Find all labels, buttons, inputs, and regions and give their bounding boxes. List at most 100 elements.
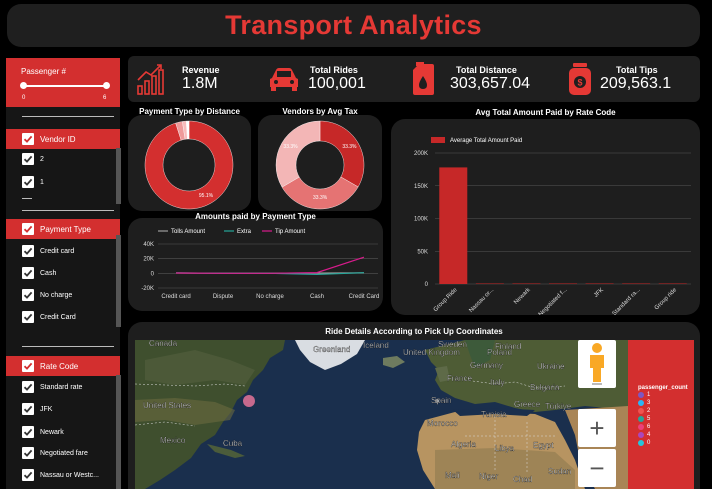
checkbox-checked-icon[interactable] — [22, 289, 34, 301]
line-chart-panel: Amounts paid by Payment Type 40K 20K 0 -20K… — [128, 212, 383, 311]
x-tick-label: No charge — [256, 294, 284, 300]
legend-dot — [638, 432, 644, 438]
vendor-donut-chart[interactable]: 33.3% 33.3% 33.3% — [258, 115, 382, 211]
donut-slice[interactable] — [281, 176, 359, 210]
map-label: Türkiye — [545, 402, 572, 411]
checkbox-checked-icon[interactable] — [22, 360, 34, 372]
legend-item: 2 — [638, 407, 694, 415]
donut-slice[interactable] — [275, 120, 321, 188]
money-jar-icon: $ — [569, 63, 591, 95]
payment-scrollbar[interactable] — [116, 235, 121, 327]
legend-dot — [638, 424, 644, 430]
y-tick-label: 150K — [414, 184, 428, 190]
x-tick-label: Standard ra... — [612, 287, 642, 315]
legend-dot — [638, 400, 644, 406]
rate-filter-header[interactable]: Rate Code — [6, 356, 120, 376]
payment-option[interactable]: Cash — [22, 266, 56, 280]
vendor-filter-header[interactable]: Vendor ID — [6, 129, 120, 149]
kpi-total-tips: $ Total Tips 209,563.1 — [568, 56, 671, 102]
checkbox-checked-icon[interactable] — [22, 223, 34, 235]
bar[interactable] — [585, 283, 614, 285]
bar[interactable] — [475, 283, 504, 285]
checkbox-checked-icon[interactable] — [22, 267, 34, 279]
payment-donut-chart[interactable]: 95.1% — [128, 115, 251, 211]
passenger-slider-min-handle[interactable] — [20, 82, 27, 89]
legend-item: 0 — [638, 439, 694, 447]
payment-option[interactable]: Credit Card — [22, 310, 76, 324]
legend-item: 1 — [638, 391, 694, 399]
divider — [22, 210, 114, 211]
legend-label: 1 — [647, 392, 651, 398]
passenger-slicer[interactable]: Passenger # 0 6 — [6, 58, 120, 107]
payment-option[interactable]: No charge — [22, 288, 72, 302]
bar[interactable] — [512, 283, 541, 285]
vendor-scrollbar[interactable] — [116, 148, 121, 204]
passenger-slider-track[interactable] — [22, 85, 107, 87]
payment-option[interactable]: Credit card — [22, 244, 74, 258]
map-label: Cuba — [223, 439, 243, 448]
checkbox-checked-icon[interactable] — [22, 469, 34, 481]
world-map[interactable]: Canada Greenland Iceland Sweden Finland … — [135, 340, 628, 489]
legend-label: Average Total Amount Paid — [450, 138, 522, 144]
series-line[interactable] — [175, 256, 365, 274]
x-tick-label: Group Ride — [433, 287, 459, 313]
kpi-value: 100,001 — [308, 75, 366, 92]
zoom-in-button[interactable]: + — [578, 409, 616, 447]
vendor-option-2[interactable]: 2 — [22, 152, 44, 166]
payment-filter-header[interactable]: Payment Type — [6, 219, 120, 239]
y-tick-label: -20K — [141, 286, 154, 292]
map-label: Libya — [495, 444, 515, 453]
passenger-slider-max-handle[interactable] — [103, 82, 110, 89]
checkbox-checked-icon[interactable] — [22, 426, 34, 438]
checkbox-checked-icon[interactable] — [22, 311, 34, 323]
legend-dot — [638, 416, 644, 422]
x-tick-label: Cash — [310, 294, 324, 300]
legend-dot — [638, 408, 644, 414]
kpi-value: 1.8M — [182, 75, 218, 92]
street-view-control[interactable] — [578, 340, 616, 388]
checkbox-checked-icon[interactable] — [22, 153, 34, 165]
legend-item: 5 — [638, 415, 694, 423]
y-tick-label: 0 — [425, 282, 429, 288]
bar[interactable] — [622, 283, 651, 285]
chart-title: Ride Details According to Pick Up Coordi… — [325, 327, 503, 336]
legend-label: Tip Amount — [275, 229, 305, 235]
slice-label: 95.1% — [199, 193, 214, 199]
checkbox-checked-icon[interactable] — [22, 245, 34, 257]
rate-code-bar-chart[interactable]: 200K 150K 100K 50K 0 Average Total Amount Pai… — [391, 119, 700, 315]
rate-option-label: Standard rate — [40, 383, 83, 391]
pegman-icon[interactable] — [578, 340, 616, 388]
vendor-option-1[interactable]: 1 — [22, 175, 44, 189]
divider — [22, 116, 114, 117]
checkbox-checked-icon[interactable] — [22, 381, 34, 393]
legend-label: 2 — [647, 408, 651, 414]
bar[interactable] — [658, 283, 687, 285]
pickup-point[interactable] — [243, 395, 255, 407]
map-label: Chad — [513, 475, 532, 484]
kpi-label: Revenue — [182, 65, 220, 75]
zoom-out-button[interactable]: − — [578, 449, 616, 487]
payment-donut-panel: Payment Type by Distance 95.1% — [128, 107, 251, 211]
rate-option[interactable]: Standard rate — [22, 380, 82, 394]
vendor-filter-label: Vendor ID — [40, 134, 76, 144]
donut-slice[interactable] — [319, 120, 365, 188]
checkbox-checked-icon[interactable] — [22, 176, 34, 188]
kpi-label: Total Tips — [616, 65, 658, 75]
checkbox-checked-icon[interactable] — [22, 447, 34, 459]
rate-option[interactable]: JFK — [22, 402, 52, 416]
filter-sidebar: Passenger # 0 6 Vendor ID 2 1 Payment Ty… — [6, 58, 120, 489]
rate-option-label: Newark — [40, 428, 64, 436]
rate-option[interactable]: Newark — [22, 425, 64, 439]
map-label: Spain — [431, 396, 451, 405]
map-label: United States — [143, 401, 191, 410]
rate-option[interactable]: Nassau or Westc... — [22, 468, 99, 482]
amounts-line-chart[interactable]: 40K 20K 0 -20K Credit card Dispute No charge Ca… — [128, 218, 383, 311]
bar[interactable] — [549, 283, 577, 285]
map-label: Poland — [487, 348, 512, 357]
rate-option[interactable]: Negotiated fare — [22, 446, 88, 460]
y-tick-label: 0 — [151, 271, 155, 277]
checkbox-checked-icon[interactable] — [22, 403, 34, 415]
checkbox-checked-icon[interactable] — [22, 133, 34, 145]
rate-scrollbar[interactable] — [116, 375, 121, 489]
bar[interactable] — [439, 167, 468, 284]
